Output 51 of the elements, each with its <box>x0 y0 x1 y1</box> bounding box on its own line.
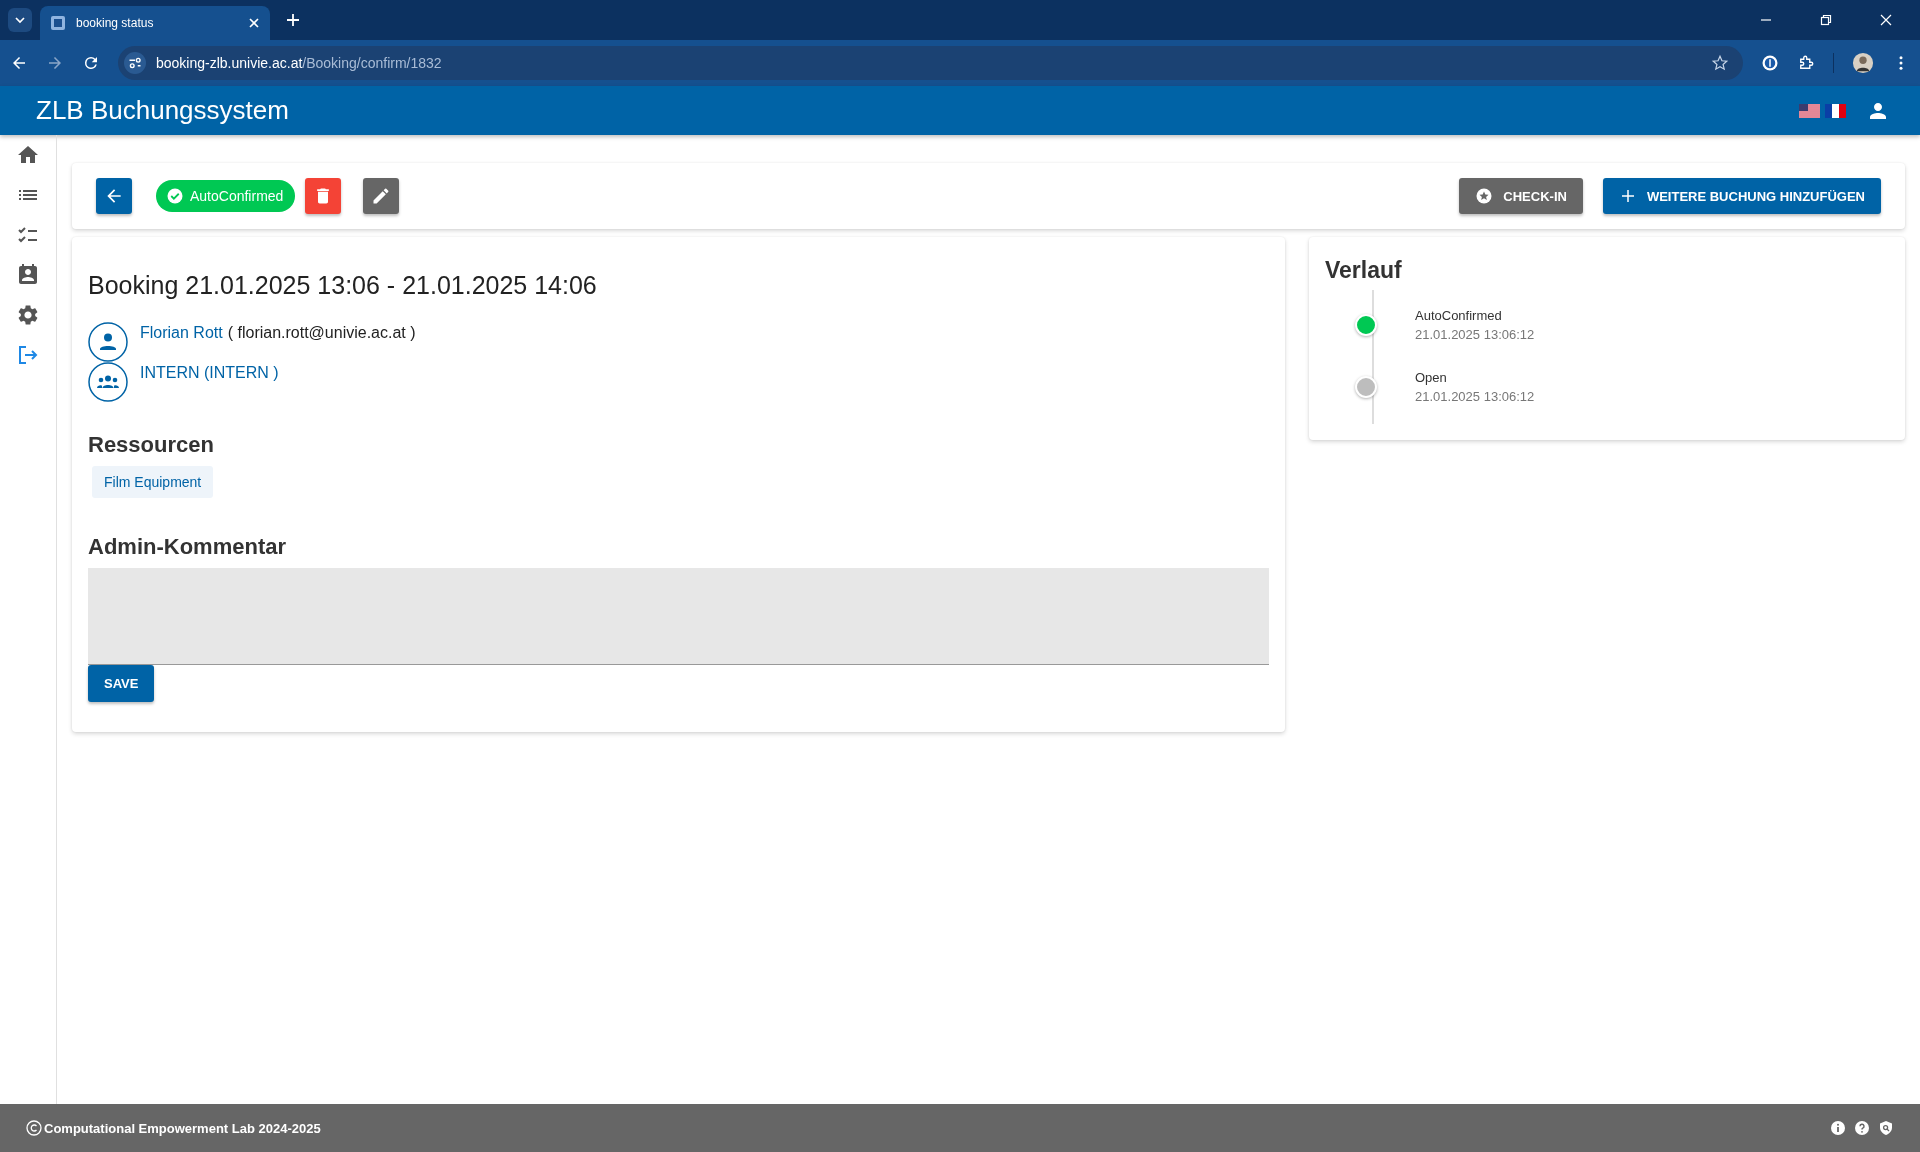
extensions-icon[interactable] <box>1797 54 1815 72</box>
browser-tab[interactable]: booking status <box>40 6 270 40</box>
info-icon[interactable] <box>1830 1120 1846 1136</box>
comment-field[interactable] <box>88 568 1269 665</box>
user-name-link[interactable]: Florian Rott <box>140 324 223 342</box>
status-chip: AutoConfirmed <box>156 180 296 212</box>
history-time: 21.01.2025 13:06:12 <box>1415 389 1535 404</box>
tab-title: booking status <box>76 16 155 30</box>
user-email: ( florian.rott@univie.ac.at ) <box>227 324 416 342</box>
address-bar[interactable]: booking-zlb.univie.ac.at/Booking/confirm/1832 <box>118 46 1743 80</box>
settings-icon[interactable] <box>16 303 40 327</box>
reload-icon[interactable] <box>82 54 100 72</box>
profile-avatar-icon[interactable] <box>1852 52 1874 74</box>
history-status: AutoConfirmed <box>1415 308 1503 323</box>
history-time: 21.01.2025 13:06:12 <box>1415 327 1535 342</box>
bookmark-star-icon[interactable] <box>1711 54 1729 72</box>
contact-card-icon[interactable] <box>16 263 40 287</box>
check-in-button[interactable]: CHECK-IN <box>1459 178 1583 214</box>
check-circle-icon <box>166 187 184 205</box>
resource-chip[interactable]: Film Equipment <box>92 466 214 498</box>
french-flag-icon[interactable] <box>1825 103 1846 118</box>
edit-button[interactable] <box>363 178 400 214</box>
restore-icon[interactable] <box>1820 14 1832 26</box>
person-icon <box>88 322 128 362</box>
add-booking-button[interactable]: WEITERE BUCHUNG HINZUFÜGEN <box>1602 178 1881 214</box>
help-icon[interactable] <box>1854 1120 1870 1136</box>
close-icon[interactable] <box>1880 14 1892 26</box>
site-icon <box>50 15 66 31</box>
us-flag-icon[interactable] <box>1799 103 1820 118</box>
history-title: Verlauf <box>1325 257 1403 284</box>
logout-icon[interactable] <box>16 343 40 367</box>
privacy-shield-icon[interactable] <box>1878 1120 1894 1136</box>
save-button[interactable]: SAVE <box>88 665 155 702</box>
site-settings-icon[interactable] <box>124 52 146 74</box>
resources-heading: Ressourcen <box>88 432 215 458</box>
delete-button[interactable] <box>305 178 342 214</box>
tab-search-button[interactable] <box>8 8 32 32</box>
new-tab-icon[interactable] <box>286 13 300 27</box>
footer-text: Computational Empowerment Lab 2024-2025 <box>44 1120 321 1136</box>
close-icon[interactable] <box>248 17 260 29</box>
password-manager-icon[interactable] <box>1761 54 1779 72</box>
copyright-icon <box>26 1120 42 1136</box>
booking-title: Booking 21.01.2025 13:06 - 21.01.2025 14:06 <box>88 271 598 300</box>
comment-heading: Admin-Kommentar <box>88 534 287 560</box>
url-text: booking-zlb.univie.ac.at/Booking/confirm/1832 <box>156 55 442 71</box>
group-icon <box>88 362 128 402</box>
group-link[interactable]: INTERN (INTERN ) <box>140 364 279 382</box>
history-status: Open <box>1415 370 1448 385</box>
back-button[interactable] <box>96 178 132 214</box>
app-title: ZLB Buchungssystem <box>36 95 289 126</box>
forward-arrow-icon[interactable] <box>46 54 64 72</box>
